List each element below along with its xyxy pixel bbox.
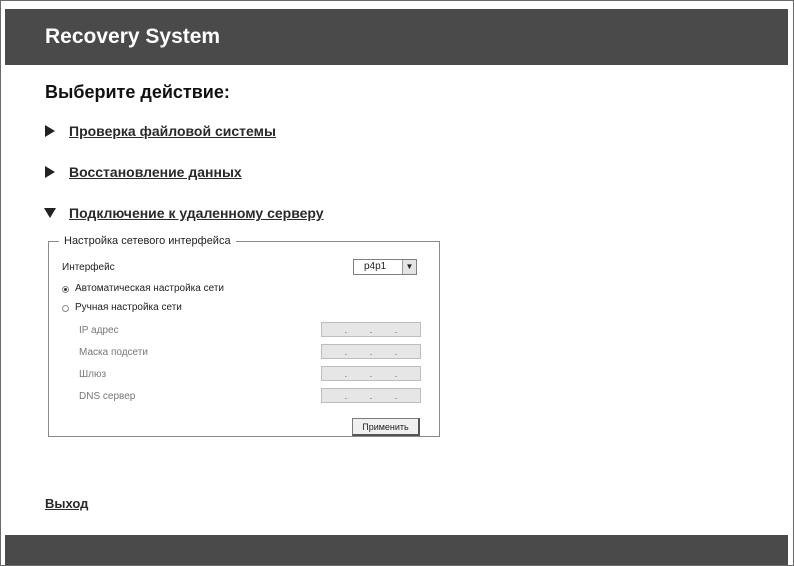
action-data-recovery[interactable]: Восстановление данных xyxy=(45,161,242,183)
ip-dot: . xyxy=(369,346,373,357)
dropdown-arrow-icon[interactable]: ▼ xyxy=(402,260,416,274)
gateway-label: Шлюз xyxy=(79,369,107,380)
triangle-down-icon xyxy=(44,208,56,218)
ip-dot: . xyxy=(344,324,348,335)
radio-manual-network-label: Ручная настройка сети xyxy=(75,302,182,313)
interface-select-value: p4p1 xyxy=(364,261,387,272)
radio-auto-network-label: Автоматическая настройка сети xyxy=(75,283,224,294)
footer-bar xyxy=(5,535,788,565)
app-title: Recovery System xyxy=(45,25,221,48)
ip-dot: . xyxy=(344,368,348,379)
header-bar: Recovery System xyxy=(5,9,788,65)
ip-dot: . xyxy=(394,368,398,379)
gateway-field[interactable]: ... xyxy=(321,366,421,381)
dns-server-field[interactable]: ... xyxy=(321,388,421,403)
action-remote-server[interactable]: Подключение к удаленному серверу xyxy=(44,202,324,224)
network-settings-legend: Настройка сетевого интерфейса xyxy=(64,235,231,247)
interface-select[interactable]: p4p1 ▼ xyxy=(353,259,417,275)
dns-server-label: DNS сервер xyxy=(79,391,136,402)
triangle-right-icon xyxy=(45,125,55,137)
radio-auto-network[interactable] xyxy=(62,286,69,293)
interface-label: Интерфейс xyxy=(62,262,115,273)
radio-manual-network[interactable] xyxy=(62,305,69,312)
ip-dot: . xyxy=(369,324,373,335)
ip-dot: . xyxy=(369,390,373,401)
subnet-mask-field[interactable]: ... xyxy=(321,344,421,359)
ip-dot: . xyxy=(394,324,398,335)
exit-link[interactable]: Выход xyxy=(45,496,88,511)
apply-button[interactable]: Применить xyxy=(352,418,420,436)
ip-address-field[interactable]: ... xyxy=(321,322,421,337)
page-title: Выберите действие: xyxy=(45,82,230,102)
subnet-mask-label: Маска подсети xyxy=(79,347,148,358)
ip-dot: . xyxy=(344,390,348,401)
ip-dot: . xyxy=(394,346,398,357)
action-link-remote-server[interactable]: Подключение к удаленному серверу xyxy=(69,205,324,221)
triangle-right-icon xyxy=(45,166,55,178)
ip-address-label: IP адрес xyxy=(79,325,119,336)
action-link-check-filesystem[interactable]: Проверка файловой системы xyxy=(69,123,276,139)
ip-dot: . xyxy=(344,346,348,357)
action-check-filesystem[interactable]: Проверка файловой системы xyxy=(45,120,276,142)
ip-dot: . xyxy=(394,390,398,401)
action-link-data-recovery[interactable]: Восстановление данных xyxy=(69,164,242,180)
ip-dot: . xyxy=(369,368,373,379)
